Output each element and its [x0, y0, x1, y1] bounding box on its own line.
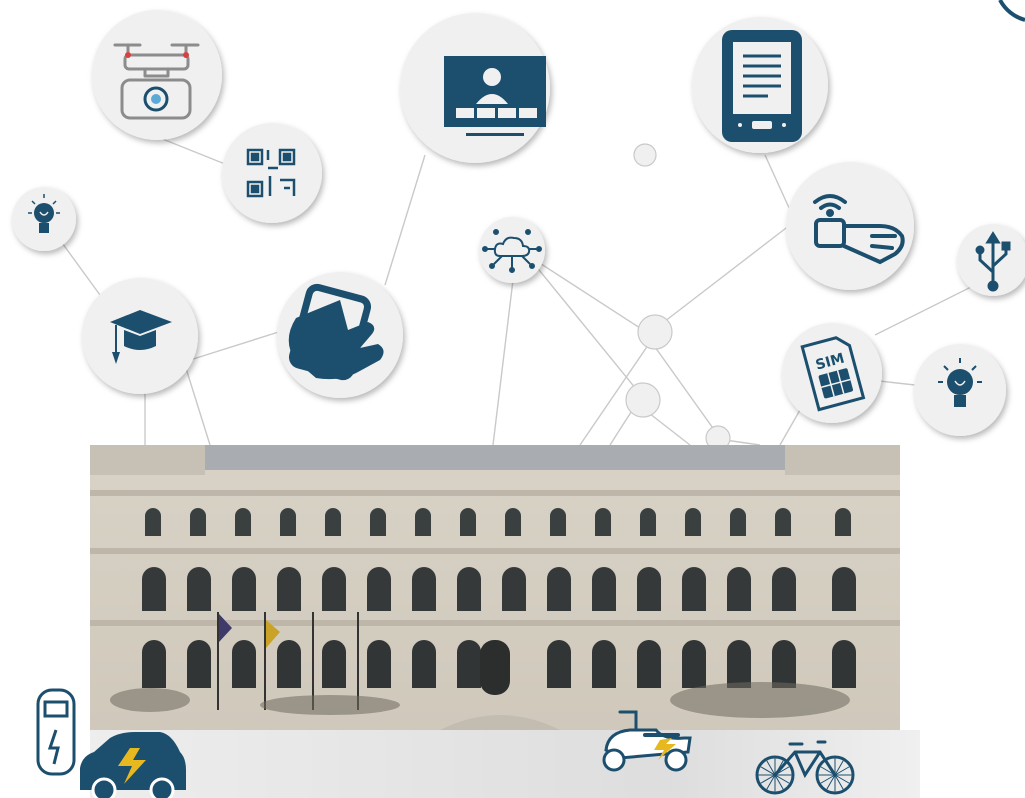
- building-window: [637, 567, 661, 611]
- building-window: [772, 640, 796, 688]
- building-window: [460, 508, 476, 536]
- building-window: [412, 640, 436, 688]
- building-window: [142, 567, 166, 611]
- building-window: [367, 567, 391, 611]
- ebook-reader-node: [692, 17, 828, 153]
- building-window: [235, 508, 251, 536]
- graduation-cap-node: [82, 278, 198, 394]
- building-window: [322, 567, 346, 611]
- charging-station-icon: [36, 688, 76, 776]
- building-window: [727, 640, 751, 688]
- ground-strip: [90, 730, 920, 798]
- building-window: [142, 640, 166, 688]
- junction-nodes: [625, 143, 731, 451]
- building-window: [187, 567, 211, 611]
- lightbulb-node-right: [914, 344, 1006, 436]
- qr-code-node: [222, 123, 322, 223]
- building-window: [322, 640, 346, 688]
- building-window: [457, 567, 481, 611]
- sim-card-node: SIM: [782, 323, 882, 423]
- building-window: [592, 640, 616, 688]
- building-window: [547, 640, 571, 688]
- building-window: [595, 508, 611, 536]
- building-window: [190, 508, 206, 536]
- building-window: [145, 508, 161, 536]
- building-window: [367, 640, 391, 688]
- drone-camera-node: [92, 10, 222, 140]
- building-window: [505, 508, 521, 536]
- smartphone-node: [277, 272, 403, 398]
- building-window: [457, 640, 481, 688]
- building-window: [502, 567, 526, 611]
- building-window: [415, 508, 431, 536]
- building-window: [187, 640, 211, 688]
- building-window: [277, 640, 301, 688]
- building-window: [685, 508, 701, 536]
- building-window: [547, 567, 571, 611]
- building-window: [727, 567, 751, 611]
- building-window: [682, 567, 706, 611]
- video-conference-node: [400, 13, 550, 163]
- corner-arc: [998, 0, 1025, 22]
- building-window: [730, 508, 746, 536]
- usb-node: [957, 224, 1025, 296]
- building-window: [835, 508, 851, 536]
- building-window: [832, 567, 856, 611]
- building-window: [550, 508, 566, 536]
- building-window: [592, 567, 616, 611]
- cloud-network-node: [479, 217, 545, 283]
- building-window: [637, 640, 661, 688]
- building-window: [412, 567, 436, 611]
- building-window: [277, 567, 301, 611]
- building-window: [832, 640, 856, 688]
- video-conference-icon: [444, 56, 546, 136]
- building-window: [280, 508, 296, 536]
- smartwatch-node: [786, 162, 914, 290]
- building-window: [325, 508, 341, 536]
- building-window: [370, 508, 386, 536]
- lightbulb-node-left: [12, 187, 76, 251]
- building-window: [640, 508, 656, 536]
- building-window: [775, 508, 791, 536]
- building-window: [682, 640, 706, 688]
- building-window: [772, 567, 796, 611]
- building-window: [232, 640, 256, 688]
- building-window: [232, 567, 256, 611]
- ebook-reader-icon: [722, 30, 802, 142]
- university-building-photo: [90, 445, 900, 730]
- smart-campus-diagram: SIM: [12, 0, 1025, 798]
